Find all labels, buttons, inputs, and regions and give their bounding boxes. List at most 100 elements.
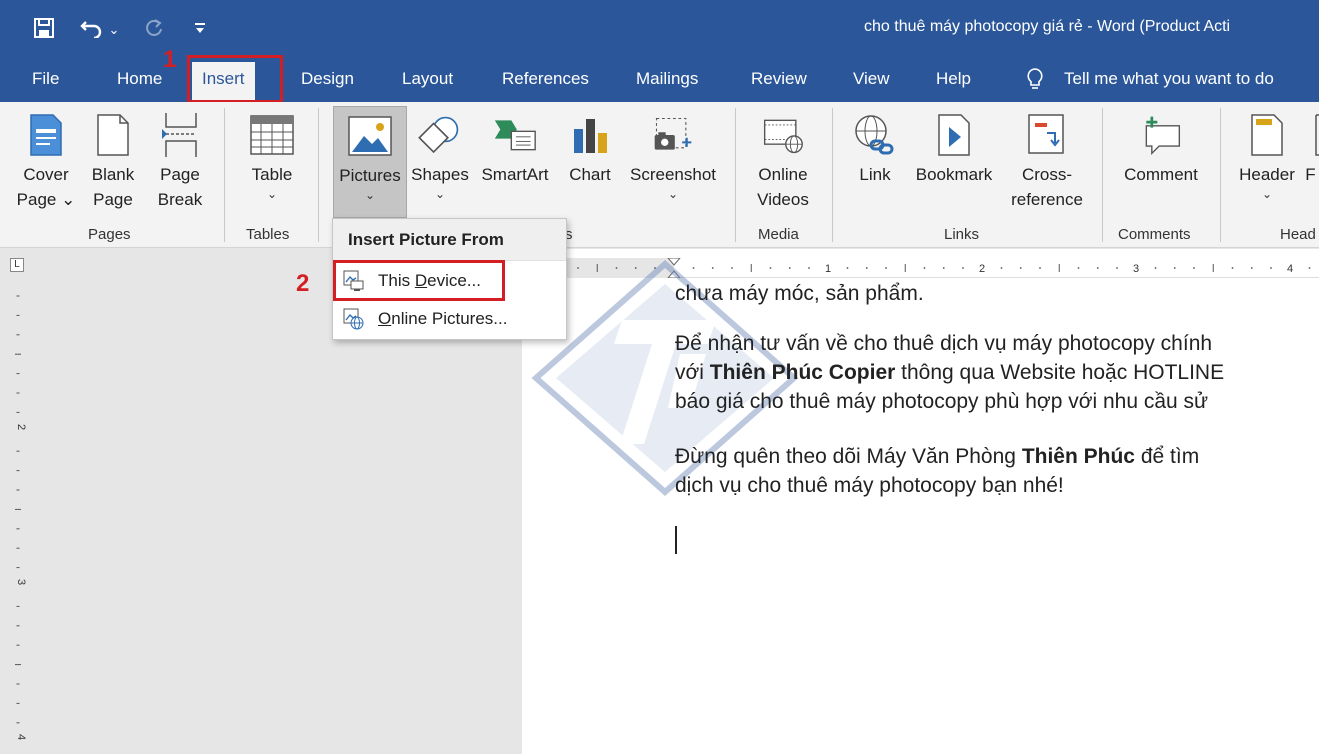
ruler-tick [1154,267,1157,269]
cross-reference-icon [1025,108,1069,162]
tell-me-search[interactable]: Tell me what you want to do [1026,66,1274,92]
save-icon[interactable] [30,12,58,44]
text-cursor [675,526,677,554]
tab-selector[interactable]: L [10,258,24,272]
page-break-button[interactable]: Page Break [152,106,208,224]
tab-file[interactable]: File [32,66,59,92]
link-label: Link [859,165,891,184]
bold-text-run: Thiên Phúc Copier [709,361,896,384]
page-break-label: Page Break [157,165,203,209]
ribbon: Cover Page ⌄ Blank Page Page Break Pages… [0,102,1319,248]
bookmark-button[interactable]: Bookmark [906,106,1002,224]
ruler-number: 1 [825,263,831,275]
header-button[interactable]: Header ⌄ [1234,106,1300,224]
tab-layout[interactable]: Layout [402,66,453,92]
text-run: Đừng quên theo dõi Máy Văn Phòng [675,445,1022,468]
screenshot-icon [651,108,695,162]
vertical-ruler-ticks: 2 3 4 [15,295,27,740]
screenshot-label: Screenshot [630,165,716,184]
ruler-tick [1173,267,1176,269]
customize-qat-icon[interactable] [186,12,214,44]
ruler-tick [1116,267,1118,269]
smartart-label: SmartArt [481,165,549,184]
ruler-tick [942,267,945,269]
tab-review[interactable]: Review [751,66,807,92]
document-line: với Thiên Phúc Copier thông qua Website … [675,361,1224,385]
text-run: Để nhận tư vấn về cho thuê dịch vụ máy p… [675,332,1213,355]
comment-label: Comment [1124,165,1198,184]
shapes-button[interactable]: Shapes ⌄ [409,106,471,224]
online-videos-icon [761,108,805,162]
chart-icon [568,108,612,162]
table-icon [250,108,294,162]
ribbon-separator [318,108,319,242]
footer-icon [1302,108,1319,162]
ruler-tick [1231,267,1234,269]
text-run: để tìm [1135,445,1200,468]
tab-references[interactable]: References [502,66,589,92]
step-2-label: 2 [296,270,310,297]
blank-page-button[interactable]: Blank Page [86,106,140,224]
comment-button[interactable]: Comment [1114,106,1208,224]
table-button[interactable]: Table ⌄ [242,106,302,224]
tab-mailings[interactable]: Mailings [636,66,698,92]
cross-reference-label: Cross- reference [1011,165,1083,209]
ruler-tick [885,267,887,269]
text-run: thông qua Website hoặc HOTLINE [895,361,1225,384]
tab-design[interactable]: Design [301,66,354,92]
tell-me-label: Tell me what you want to do [1064,69,1274,88]
tab-view[interactable]: View [853,66,890,92]
group-label-comments: Comments [1118,226,1191,243]
cross-reference-button[interactable]: Cross- reference [1004,106,1090,224]
chart-label: Chart [569,165,611,184]
document-line: Để nhận tư vấn về cho thuê dịch vụ máy p… [675,332,1212,356]
shapes-icon [418,108,462,162]
header-icon [1245,108,1289,162]
group-label-media: Media [758,226,799,243]
smartart-button[interactable]: SmartArt [475,106,555,224]
dropdown-header: Insert Picture From [333,219,566,261]
bold-text-run: Thiên Phúc [1021,445,1135,468]
document-line: chưa máy móc, sản phẩm. [675,282,924,305]
ruler-tick [1019,267,1022,269]
online-videos-button[interactable]: Online Videos [748,106,818,224]
ruler-tick [1096,267,1099,269]
text-run: dịch vụ cho thuê máy photocopy bạn nhé! [675,474,1064,497]
undo-icon[interactable] [78,12,106,44]
online-pictures-menu-item[interactable]: Online Pictures... [334,301,566,337]
comment-icon [1139,108,1183,162]
document-title: cho thuê máy photocopy giá rẻ - Word (Pr… [864,18,1231,35]
screenshot-button[interactable]: Screenshot ⌄ [623,106,723,224]
cover-page-button[interactable]: Cover Page ⌄ [14,106,78,224]
pictures-button[interactable]: Pictures ⌄ [333,106,407,218]
ruler-number: 3 [15,579,27,585]
ruler-tick [865,267,868,269]
text-run: với [675,361,710,384]
chevron-down-icon: ⌄ [1261,187,1273,201]
ribbon-separator [1102,108,1103,242]
chart-button[interactable]: Chart [563,106,617,224]
tab-home[interactable]: Home [117,66,162,92]
document-line: báo giá cho thuê máy photocopy phù hợp v… [675,390,1208,414]
ruler-tick [1077,267,1080,269]
link-button[interactable]: Link [850,106,900,224]
bookmark-label: Bookmark [915,165,993,184]
document-line: Đừng quên theo dõi Máy Văn Phòng Thiên P… [675,445,1199,469]
undo-dropdown-icon[interactable]: ⌄ [106,14,122,46]
group-label-links: Links [944,226,980,243]
online-pictures-icon [343,308,364,330]
group-label-tables: Tables [246,226,290,243]
ruler-tick [1270,267,1272,269]
ribbon-separator [224,108,225,242]
ruler-number: 2 [15,424,27,430]
group-label-header-footer: Head [1280,226,1316,243]
footer-button[interactable]: F [1302,106,1319,224]
page-break-icon [158,108,202,162]
tab-help[interactable]: Help [936,66,971,92]
chevron-down-icon: ⌄ [266,187,278,201]
pictures-icon [348,109,392,163]
group-label-pages: Pages [88,226,131,243]
chevron-down-icon: ⌄ [667,187,679,201]
ruler-number: 3 [1133,263,1139,275]
ruler-tick [1308,267,1311,269]
